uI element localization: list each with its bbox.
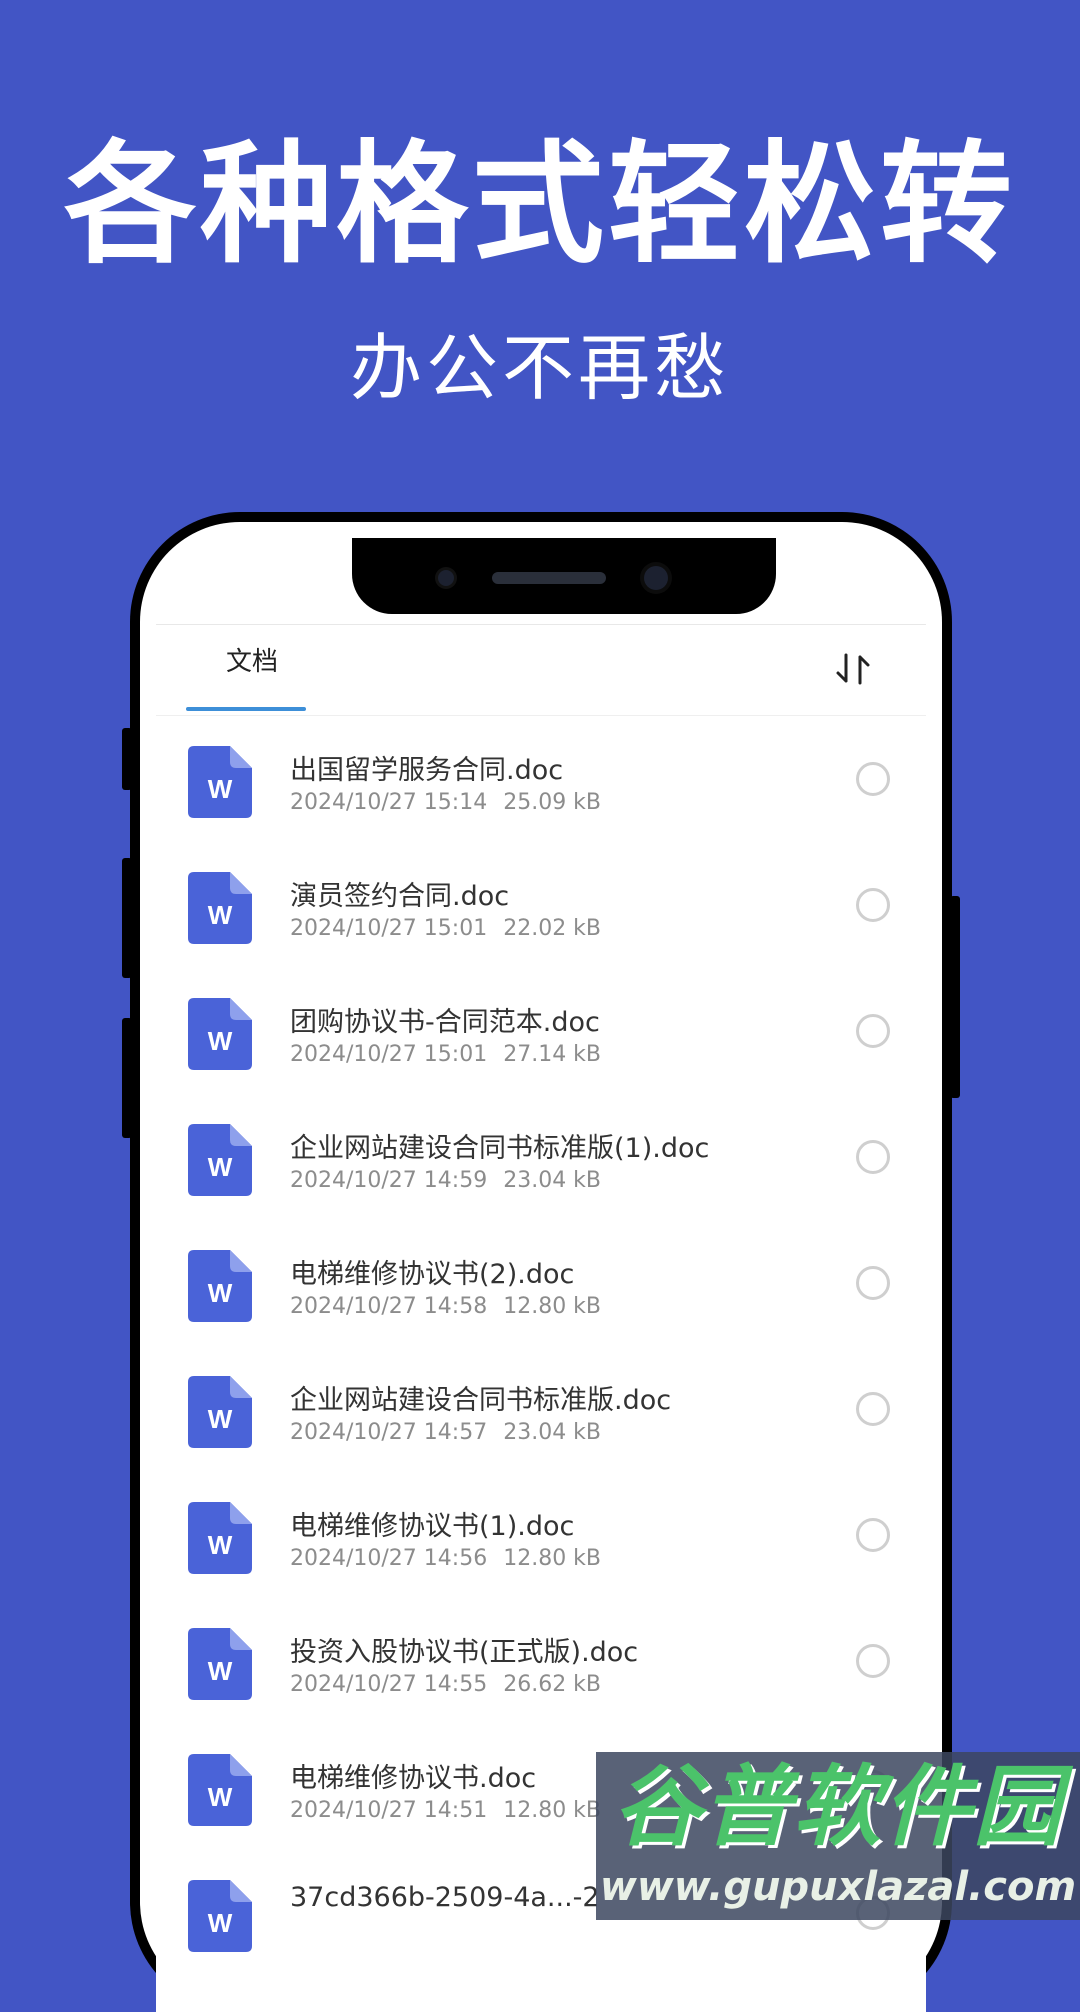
file-name: 投资入股协议书(正式版).doc (290, 1637, 639, 1668)
file-date: 2024/10/27 14:51 (290, 1798, 488, 1823)
file-meta: 2024/10/27 14:56 12.80 kB (290, 1546, 601, 1571)
tab-documents[interactable]: 文档 (192, 625, 312, 715)
file-row[interactable]: W 电梯维修协议书(1).doc 2024/10/27 14:56 12.80 kB (156, 1484, 926, 1610)
file-date: 2024/10/27 14:58 (290, 1294, 488, 1319)
select-radio[interactable] (856, 888, 890, 922)
file-name: 企业网站建设合同书标准版.doc (290, 1385, 672, 1416)
promo-headline: 各种格式轻松转 (64, 128, 1016, 282)
watermark-brand: 谷普软件园 (612, 1755, 1063, 1858)
file-date: 2024/10/27 14:57 (290, 1420, 488, 1445)
file-size: 25.09 kB (503, 790, 602, 815)
file-row[interactable]: W 团购协议书-合同范本.doc 2024/10/27 15:01 27.14 kB (156, 980, 926, 1106)
word-doc-icon: W (188, 998, 252, 1070)
file-date: 2024/10/27 15:14 (290, 790, 488, 815)
promo-subheadline: 办公不再愁 (349, 326, 730, 410)
divider (156, 715, 926, 716)
select-radio[interactable] (856, 1644, 890, 1678)
tab-bar: 文档 (156, 625, 926, 715)
word-doc-letter: W (208, 900, 233, 930)
file-size: 12.80 kB (503, 1546, 602, 1571)
file-row[interactable]: W 企业网站建设合同书标准版(1).doc 2024/10/27 14:59 23.0… (156, 1106, 926, 1232)
file-name: 企业网站建设合同书标准版(1).doc (290, 1133, 710, 1164)
file-row[interactable]: W 投资入股协议书(正式版).doc 2024/10/27 14:55 26.62 k… (156, 1610, 926, 1736)
file-meta: 2024/10/27 14:57 23.04 kB (290, 1420, 601, 1445)
word-doc-icon: W (188, 1880, 252, 1952)
watermark-url: www.gupuxlazal.com (599, 1864, 1077, 1910)
word-doc-icon: W (188, 1250, 252, 1322)
word-doc-icon: W (188, 1376, 252, 1448)
file-size: 23.04 kB (503, 1420, 602, 1445)
file-date: 2024/10/27 15:01 (290, 1042, 488, 1067)
file-size: 27.14 kB (503, 1042, 602, 1067)
file-size: 23.04 kB (503, 1168, 602, 1193)
file-date: 2024/10/27 14:55 (290, 1672, 488, 1697)
word-doc-icon: W (188, 1628, 252, 1700)
file-row[interactable]: W 出国留学服务合同.doc 2024/10/27 15:14 25.09 kB (156, 728, 926, 854)
file-row[interactable]: W 演员签约合同.doc 2024/10/27 15:01 22.02 kB (156, 854, 926, 980)
sort-button[interactable] (832, 647, 876, 691)
file-name: 电梯维修协议书.doc (290, 1763, 537, 1794)
sensor-icon (438, 570, 454, 586)
file-meta: 2024/10/27 14:58 12.80 kB (290, 1294, 601, 1319)
word-doc-icon: W (188, 1124, 252, 1196)
file-name: 出国留学服务合同.doc (290, 755, 564, 786)
word-doc-letter: W (208, 774, 233, 804)
file-name: 电梯维修协议书(1).doc (290, 1511, 575, 1542)
select-radio[interactable] (856, 1266, 890, 1300)
file-date: 2024/10/27 14:56 (290, 1546, 488, 1571)
file-row[interactable]: W 企业网站建设合同书标准版.doc 2024/10/27 14:57 23.04 k… (156, 1358, 926, 1484)
word-doc-icon: W (188, 872, 252, 944)
file-meta: 2024/10/27 14:55 26.62 kB (290, 1672, 601, 1697)
file-size: 26.62 kB (503, 1672, 602, 1697)
word-doc-letter: W (208, 1278, 233, 1308)
file-meta: 2024/10/27 15:01 27.14 kB (290, 1042, 601, 1067)
select-radio[interactable] (856, 1014, 890, 1048)
camera-icon (644, 566, 668, 590)
word-doc-letter: W (208, 1656, 233, 1686)
file-meta: 2024/10/27 15:14 25.09 kB (290, 790, 601, 815)
select-radio[interactable] (856, 1140, 890, 1174)
word-doc-letter: W (208, 1026, 233, 1056)
file-name: 电梯维修协议书(2).doc (290, 1259, 575, 1290)
file-name: 团购协议书-合同范本.doc (290, 1007, 600, 1038)
phone-notch (352, 538, 776, 614)
sort-icon (836, 653, 870, 685)
file-name: 37cd366b-2509-4a...-2 (290, 1882, 600, 1913)
file-meta: 2024/10/27 15:01 22.02 kB (290, 916, 601, 941)
select-radio[interactable] (856, 1518, 890, 1552)
word-doc-icon: W (188, 746, 252, 818)
file-size: 22.02 kB (503, 916, 602, 941)
file-date: 2024/10/27 15:01 (290, 916, 488, 941)
word-doc-letter: W (208, 1152, 233, 1182)
file-meta: 2024/10/27 14:59 23.04 kB (290, 1168, 601, 1193)
file-name: 演员签约合同.doc (290, 881, 510, 912)
select-radio[interactable] (856, 1392, 890, 1426)
word-doc-letter: W (208, 1782, 233, 1812)
file-row[interactable]: W 电梯维修协议书(2).doc 2024/10/27 14:58 12.80 kB (156, 1232, 926, 1358)
word-doc-letter: W (208, 1908, 233, 1938)
file-meta (290, 1924, 306, 1949)
tab-indicator (186, 707, 306, 711)
select-radio[interactable] (856, 762, 890, 796)
file-date: 2024/10/27 14:59 (290, 1168, 488, 1193)
file-size: 12.80 kB (503, 1798, 602, 1823)
watermark: 谷普软件园 www.gupuxlazal.com (596, 1752, 1080, 1920)
file-meta: 2024/10/27 14:51 12.80 kB (290, 1798, 601, 1823)
word-doc-letter: W (208, 1530, 233, 1560)
word-doc-letter: W (208, 1404, 233, 1434)
speaker-grille (492, 572, 606, 584)
word-doc-icon: W (188, 1502, 252, 1574)
file-size: 12.80 kB (503, 1294, 602, 1319)
word-doc-icon: W (188, 1754, 252, 1826)
